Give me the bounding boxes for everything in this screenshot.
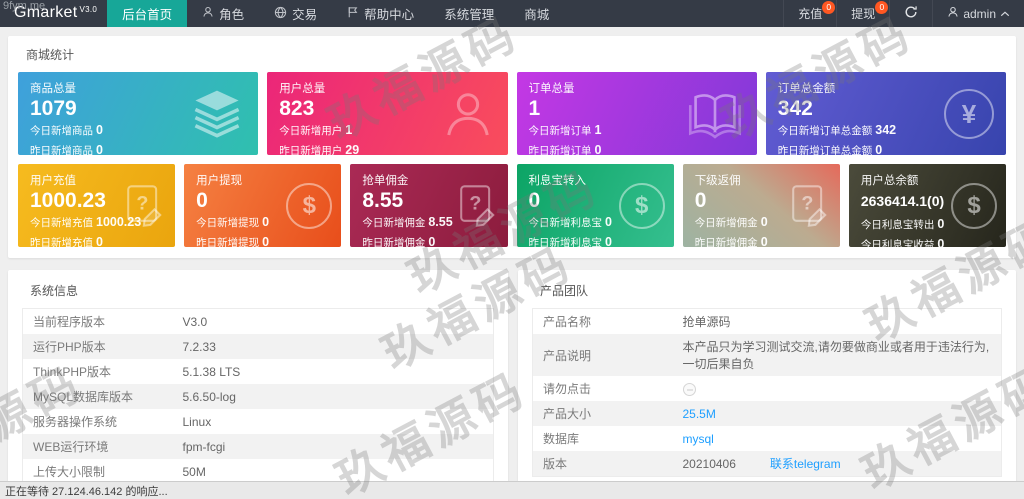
stat-card-user-balance: 用户总余额 2636414.1(0) 今日利息宝转出 0 今日利息宝收益 0 $ — [848, 164, 1007, 247]
product-info-table: 产品名称 抢单源码 产品说明 本产品只为学习测试交流,请勿要做商业或者用于违法行为,… — [532, 308, 1002, 477]
stats-panel-title: 商城统计 — [26, 48, 75, 62]
brand-logo[interactable]: Gmarket V3.0 — [0, 0, 107, 27]
status-text: 正在等待 27.124.46.142 的响应... — [5, 485, 168, 498]
book-icon — [685, 87, 745, 141]
mall-stats-panel: 商城统计 商品总量 1079 今日新增商品 0 昨日新增商品 0 用户总量 823 … — [8, 36, 1016, 258]
stat-card-users-total: 用户总量 823 今日新增用户 1 昨日新增用户 29 — [267, 72, 508, 155]
nav-item-label: 系统管理 — [444, 8, 495, 22]
doc-question-icon: ? — [785, 181, 831, 231]
system-info-table: 当前程序版本 V3.0 运行PHP版本 7.2.33 ThinkPHP版本 5.1.3… — [22, 308, 494, 499]
table-row: 请勿点击 — [533, 376, 1002, 401]
table-row: ThinkPHP版本 5.1.38 LTS — [33, 364, 241, 380]
table-row: 服务器操作系统 Linux — [33, 414, 212, 430]
system-info-panel: 系统信息 当前程序版本 V3.0 运行PHP版本 7.2.33 ThinkPHP版本… — [8, 270, 508, 499]
dollar-circle-icon: $ — [618, 182, 665, 229]
table-row: 产品大小 25.5M — [532, 401, 1002, 426]
top-navbar: Gmarket V3.0 后台首页 角色 交易 帮助中心 系统管理 商城 充值 … — [0, 0, 1024, 27]
nav-item-trade[interactable]: 交易 — [259, 0, 332, 27]
version-date: 20210406 — [682, 457, 736, 471]
product-team-panel: 产品团队 产品名称 抢单源码 产品说明 本产品只为学习测试交流,请勿要做商业或者用于… — [518, 270, 1016, 493]
nav-item-dashboard[interactable]: 后台首页 — [107, 0, 188, 27]
page-content: 商城统计 商品总量 1079 今日新增商品 0 昨日新增商品 0 用户总量 823 … — [0, 27, 1024, 499]
withdraw-label: 提现 — [851, 7, 876, 21]
svg-text:?: ? — [801, 192, 813, 214]
stats-row-2: 用户充值 1000.23 今日新增充值 1000.23 昨日新增充值 0 ? 用户提… — [18, 164, 1007, 247]
nav-item-system[interactable]: 系统管理 — [429, 0, 509, 27]
product-size-link[interactable]: 25.5M — [683, 407, 716, 421]
username: admin — [963, 6, 996, 21]
navbar-right: 充值 0 提现 0 admin — [783, 0, 1024, 27]
dollar-circle-icon: $ — [286, 182, 333, 229]
table-row: WEB运行环境 fpm-fcgi — [22, 434, 494, 459]
withdraw-badge: 0 — [875, 1, 889, 14]
person-icon — [947, 6, 959, 21]
layers-icon — [188, 87, 246, 141]
refresh-icon — [904, 5, 918, 22]
browser-status-bar: 正在等待 27.124.46.142 的响应... — [0, 481, 1024, 499]
telegram-contact-link[interactable]: 联系telegram — [770, 457, 841, 471]
stat-card-order-amount: 订单总金额 342 今日新增订单总金额 342 昨日新增订单总金额 0 ¥ — [765, 72, 1006, 155]
nav-item-mall[interactable]: 商城 — [509, 0, 564, 27]
table-row: MySQL数据库版本 5.6.50-log — [22, 384, 494, 409]
refresh-button[interactable] — [889, 0, 932, 27]
nav-item-label: 后台首页 — [122, 8, 173, 22]
user-menu[interactable]: admin — [932, 0, 1024, 27]
stat-card-user-withdraw: 用户提现 0 今日新增提现 0 昨日新增提现 0 $ — [184, 164, 342, 247]
nav-item-label: 交易 — [292, 8, 318, 22]
nav-item-label: 商城 — [524, 8, 550, 22]
product-team-title: 产品团队 — [540, 284, 589, 298]
recharge-label: 充值 — [798, 7, 823, 21]
main-menu: 后台首页 角色 交易 帮助中心 系统管理 商城 — [107, 0, 564, 27]
placeholder-circle-icon — [682, 382, 696, 396]
nav-item-roles[interactable]: 角色 — [187, 0, 259, 27]
stat-card-products-total: 商品总量 1079 今日新增商品 0 昨日新增商品 0 — [18, 72, 259, 155]
globe-icon — [274, 6, 287, 22]
recharge-button[interactable]: 充值 0 — [783, 0, 836, 27]
nav-item-help-center[interactable]: 帮助中心 — [332, 0, 429, 27]
svg-text:?: ? — [469, 192, 481, 214]
user-icon — [440, 86, 496, 142]
table-row: 数据库 mysql — [543, 431, 714, 447]
doc-question-icon: ? — [120, 181, 166, 231]
brand-name: Gmarket — [14, 4, 78, 21]
system-info-title: 系统信息 — [30, 284, 79, 298]
nav-item-label: 角色 — [219, 8, 245, 22]
database-link[interactable]: mysql — [683, 432, 714, 446]
table-row: 产品名称 抢单源码 — [543, 315, 731, 329]
withdraw-button[interactable]: 提现 0 — [836, 0, 889, 27]
doc-question-icon: ? — [453, 181, 499, 231]
table-row: 产品说明 本产品只为学习测试交流,请勿要做商业或者用于违法行为,一切后果自负 — [532, 334, 1002, 376]
flag-icon — [347, 6, 359, 21]
stat-card-sub-commission: 下级返佣 0 今日新增佣金 0 昨日新增佣金 0 ? — [682, 164, 840, 247]
stat-card-interest-in: 利息宝转入 0 今日新增利息宝 0 昨日新增利息宝 0 $ — [516, 164, 674, 247]
user-icon — [202, 6, 214, 21]
brand-version: V3.0 — [79, 5, 98, 14]
yen-circle-icon: ¥ — [944, 88, 994, 139]
recharge-badge: 0 — [822, 1, 836, 14]
stat-card-order-commission: 抢单佣金 8.55 今日新增佣金 8.55 昨日新增佣金 0 ? — [350, 164, 508, 247]
caret-up-icon — [1000, 7, 1010, 21]
table-row: 运行PHP版本 7.2.33 — [22, 334, 494, 359]
stat-card-user-recharge: 用户充值 1000.23 今日新增充值 1000.23 昨日新增充值 0 ? — [18, 164, 176, 247]
svg-text:?: ? — [137, 192, 149, 214]
stat-card-orders-total: 订单总量 1 今日新增订单 1 昨日新增订单 0 — [516, 72, 757, 155]
table-row: 当前程序版本 V3.0 — [33, 314, 208, 330]
dollar-circle-icon: $ — [951, 182, 998, 229]
nav-item-label: 帮助中心 — [364, 8, 415, 22]
table-row: 版本 20210406 联系telegram — [532, 451, 1002, 477]
stats-row-1: 商品总量 1079 今日新增商品 0 昨日新增商品 0 用户总量 823 今日新增用… — [18, 72, 1006, 155]
